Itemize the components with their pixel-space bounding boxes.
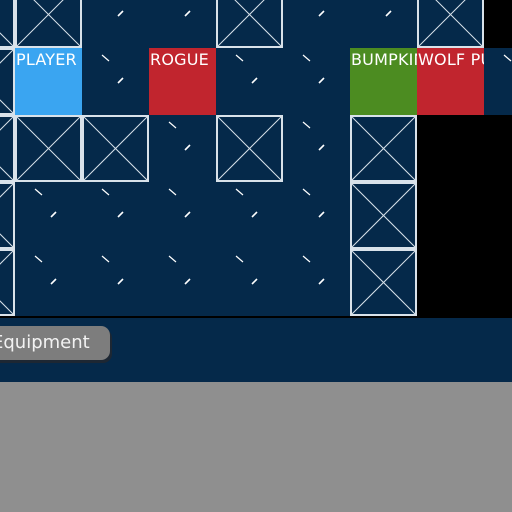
floor-tile [216, 249, 283, 316]
void-tile [484, 182, 512, 249]
floor-tile [283, 249, 350, 316]
wolf-pup-token[interactable]: WOLF PUP [417, 48, 484, 115]
player-token[interactable]: PLAYER [15, 48, 82, 115]
wolf-pup-label: WOLF PUP [418, 50, 484, 69]
floor-tile [216, 48, 283, 115]
wall-tile [216, 0, 283, 48]
floor-tile [149, 182, 216, 249]
wall-tile [350, 249, 417, 316]
equipment-button-label: Equipment [0, 332, 90, 353]
wall-tile [15, 115, 82, 182]
wall-tile [0, 115, 15, 182]
floor-tile [82, 182, 149, 249]
void-tile [484, 249, 512, 316]
wall-tile [0, 0, 15, 48]
floor-tile [350, 0, 417, 48]
wall-tile [15, 0, 82, 48]
floor-tile [216, 182, 283, 249]
wall-tile [0, 182, 15, 249]
floor-tile [82, 0, 149, 48]
wall-tile [417, 0, 484, 48]
wall-tile [350, 115, 417, 182]
floor-tile [15, 182, 82, 249]
rogue-label: ROGUE [150, 50, 209, 69]
floor-tile [283, 0, 350, 48]
bumpkin-label: BUMPKIN [351, 50, 417, 69]
void-tile [484, 0, 512, 48]
floor-tile [149, 249, 216, 316]
floor-tile [283, 115, 350, 182]
rogue-token[interactable]: ROGUE [149, 48, 216, 115]
floor-tile [149, 0, 216, 48]
void-tile [417, 249, 484, 316]
void-tile [417, 182, 484, 249]
wall-tile [0, 249, 15, 316]
floor-tile [82, 48, 149, 115]
wall-tile [82, 115, 149, 182]
floor-tile [484, 48, 512, 115]
floor-tile [283, 182, 350, 249]
floor-tile [283, 48, 350, 115]
map-grid: PLAYER ROGUE BUMPKINWOLF PUP [0, 0, 512, 318]
wall-tile [216, 115, 283, 182]
hud-bar: Equipment [0, 318, 512, 382]
floor-tile [15, 249, 82, 316]
void-tile [417, 115, 484, 182]
wall-tile [350, 182, 417, 249]
game-screen: PLAYER ROGUE BUMPKINWOLF PUP Equipment [0, 0, 512, 512]
player-label: PLAYER [16, 50, 77, 69]
floor-tile [149, 115, 216, 182]
bumpkin-token[interactable]: BUMPKIN [350, 48, 417, 115]
equipment-button[interactable]: Equipment [0, 326, 110, 360]
bottom-panel [0, 382, 512, 512]
floor-tile [82, 249, 149, 316]
void-tile [484, 115, 512, 182]
wall-tile [0, 48, 15, 115]
